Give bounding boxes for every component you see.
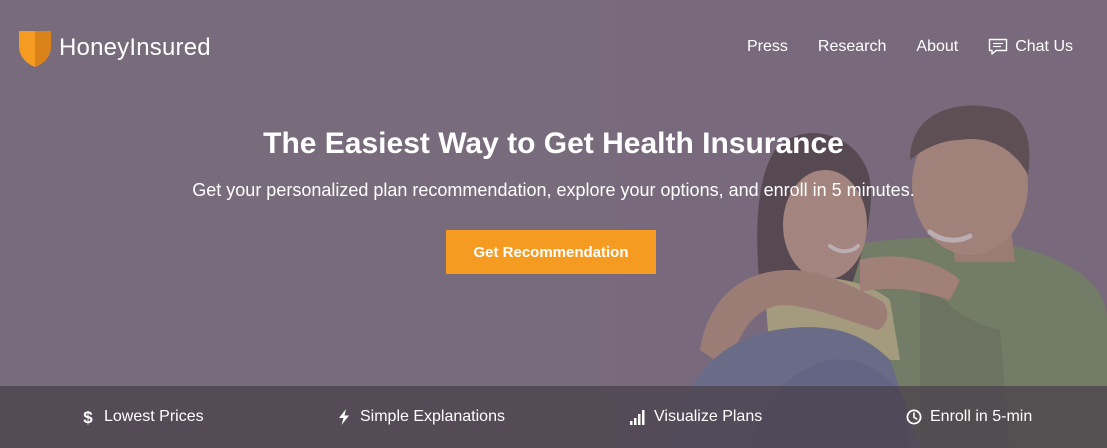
feature-visualize-plans: Visualize Plans (630, 406, 762, 428)
feature-label: Visualize Plans (654, 408, 763, 425)
nav-chat-link[interactable]: Chat Us (988, 38, 1073, 56)
features-bar: $ Lowest Prices Simple Explanations Visu… (0, 386, 1107, 448)
nav-chat-label: Chat Us (1015, 38, 1073, 55)
hero-subheadline: Get your personalized plan recommendatio… (192, 180, 915, 200)
nav-research-link[interactable]: Research (818, 38, 886, 56)
brand-name: HoneyInsured (59, 34, 211, 61)
hero-photo (560, 0, 1107, 448)
lightning-icon (336, 408, 352, 426)
shield-icon (19, 31, 51, 67)
brand-logo[interactable]: HoneyInsured (17, 28, 211, 68)
chat-icon (989, 38, 1008, 55)
feature-enroll-5-min: Enroll in 5-min (906, 406, 1032, 428)
bar-chart-icon (630, 408, 646, 426)
feature-label: Enroll in 5-min (930, 408, 1033, 425)
feature-lowest-prices: $ Lowest Prices (80, 406, 204, 428)
hero-section: HoneyInsured Press Research About Chat U… (0, 0, 1107, 448)
feature-label: Lowest Prices (104, 408, 204, 425)
clock-icon (906, 408, 922, 426)
svg-text:$: $ (83, 408, 93, 426)
couple-illustration (560, 0, 1107, 448)
feature-simple-explanations: Simple Explanations (336, 406, 505, 428)
nav-press-link[interactable]: Press (747, 38, 788, 56)
top-nav: Press Research About Chat Us (717, 38, 1073, 56)
feature-label: Simple Explanations (360, 408, 505, 425)
dollar-icon: $ (80, 408, 96, 426)
hero-headline: The Easiest Way to Get Health Insurance (263, 127, 844, 160)
nav-about-link[interactable]: About (916, 38, 958, 56)
get-recommendation-button[interactable]: Get Recommendation (446, 230, 656, 274)
